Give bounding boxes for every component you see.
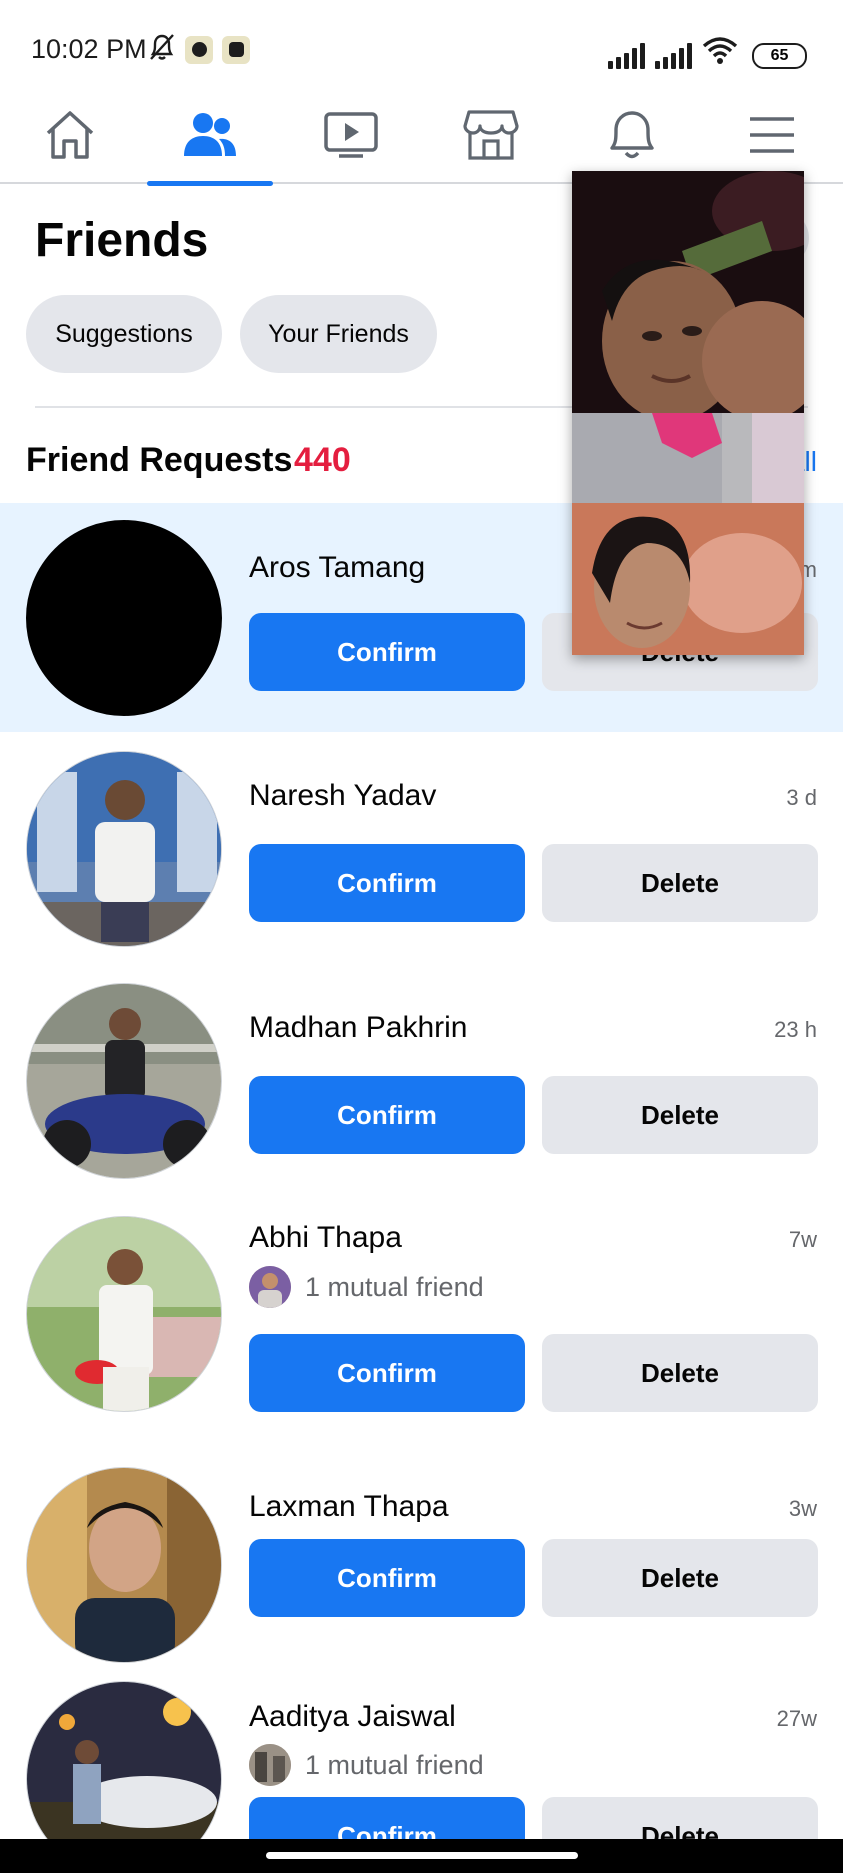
mutual-friend-avatar [249, 1266, 291, 1308]
confirm-button[interactable]: Confirm [249, 844, 525, 922]
avatar[interactable] [26, 1467, 222, 1663]
request-time: 3 d [786, 785, 817, 810]
video-icon [323, 109, 379, 166]
request-time: 3w [788, 1496, 817, 1521]
nav-notifications[interactable] [562, 90, 702, 184]
chip-your-friends[interactable]: Your Friends [240, 295, 437, 373]
marketplace-icon [463, 108, 519, 167]
confirm-button[interactable]: Confirm [249, 1797, 525, 1839]
request-name[interactable]: Aros Tamang [249, 551, 425, 585]
mutual-friends: 1 mutual friend [249, 1744, 484, 1786]
facebook-notification-icon [185, 35, 213, 64]
signal-icon [608, 43, 645, 69]
hamburger-menu-icon [747, 113, 797, 162]
friend-request-row[interactable]: Naresh Yadav 3 d Confirm Delete [0, 732, 843, 964]
delete-button[interactable]: Delete [542, 1076, 818, 1154]
video-call-overlay[interactable] [572, 171, 804, 655]
nav-friends[interactable] [140, 90, 280, 186]
battery-level: 65 [770, 47, 789, 64]
request-time: 7w [788, 1227, 817, 1252]
nav-home[interactable] [0, 90, 140, 184]
home-indicator[interactable] [266, 1852, 578, 1859]
mutual-friend-avatar [249, 1744, 291, 1786]
confirm-button[interactable]: Confirm [249, 1076, 525, 1154]
status-left-icons [148, 32, 250, 67]
remote-video-tile[interactable] [572, 171, 804, 421]
self-video-tile[interactable] [572, 413, 804, 655]
nav-menu[interactable] [702, 90, 842, 184]
friend-request-row[interactable]: Aaditya Jaiswal 27w 1 mutual friend Conf… [0, 1678, 843, 1839]
mutual-friend-text: 1 mutual friend [305, 1749, 484, 1780]
mutual-friend-text: 1 mutual friend [305, 1271, 484, 1302]
friend-requests-title: Friend Requests [26, 441, 293, 479]
page-title: Friends [35, 214, 209, 267]
nav-marketplace[interactable] [421, 90, 561, 184]
wifi-icon [702, 36, 738, 69]
muted-bell-icon [148, 32, 176, 67]
top-navigation [0, 90, 843, 186]
status-bar: 10:02 PM 65 [0, 0, 843, 90]
confirm-button[interactable]: Confirm [249, 1334, 525, 1412]
avatar[interactable] [26, 1681, 222, 1839]
avatar[interactable] [26, 1216, 222, 1412]
request-name[interactable]: Naresh Yadav [249, 779, 436, 813]
friend-request-row[interactable]: Madhan Pakhrin 23 h Confirm Delete [0, 964, 843, 1196]
delete-button[interactable]: Delete [542, 1797, 818, 1839]
mutual-friends: 1 mutual friend [249, 1266, 484, 1308]
request-time: 23 h [774, 1017, 817, 1042]
chip-suggestions[interactable]: Suggestions [26, 295, 222, 373]
signal-icon [655, 43, 692, 69]
friends-icon [181, 112, 239, 163]
request-name[interactable]: Abhi Thapa [249, 1221, 402, 1255]
status-time: 10:02 PM [31, 34, 147, 64]
friend-requests-count: 440 [294, 441, 351, 479]
request-name[interactable]: Aaditya Jaiswal [249, 1700, 456, 1734]
avatar[interactable] [26, 983, 222, 1179]
confirm-button[interactable]: Confirm [249, 613, 525, 691]
battery-icon: 65 [752, 43, 807, 69]
delete-button[interactable]: Delete [542, 1334, 818, 1412]
nav-watch[interactable] [281, 90, 421, 184]
status-right-icons: 65 [608, 36, 807, 69]
confirm-button[interactable]: Confirm [249, 1539, 525, 1617]
request-name[interactable]: Laxman Thapa [249, 1490, 449, 1524]
request-name[interactable]: Madhan Pakhrin [249, 1011, 467, 1045]
instagram-notification-icon [222, 35, 250, 64]
friend-request-row[interactable]: Laxman Thapa 3w Confirm Delete [0, 1456, 843, 1678]
home-icon [42, 109, 98, 166]
friend-request-row[interactable]: Abhi Thapa 7w 1 mutual friend Confirm De… [0, 1196, 843, 1456]
avatar[interactable] [26, 520, 222, 716]
request-time: 27w [776, 1706, 817, 1731]
delete-button[interactable]: Delete [542, 844, 818, 922]
bell-icon [606, 108, 658, 167]
avatar[interactable] [26, 751, 222, 947]
delete-button[interactable]: Delete [542, 1539, 818, 1617]
